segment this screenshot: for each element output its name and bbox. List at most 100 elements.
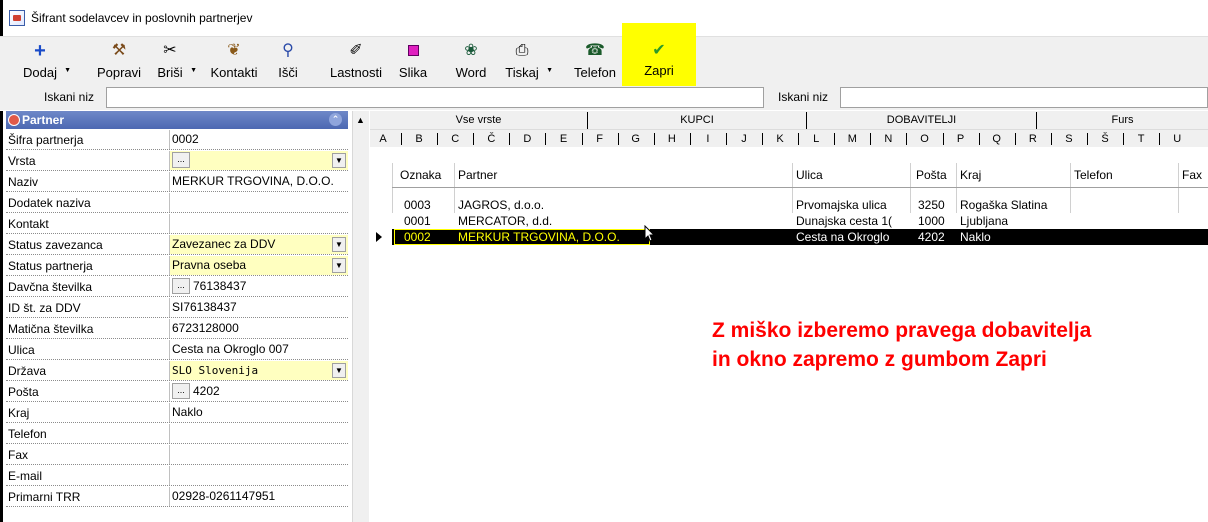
alphabet-letter[interactable]: E	[553, 132, 575, 147]
property-value-text: Naklo	[172, 405, 203, 419]
print-button[interactable]: ⎙ Tiskaj ▼	[500, 37, 553, 85]
properties-icon: ✐	[349, 42, 363, 59]
property-row: E-mail	[6, 466, 348, 486]
alphabet-letter[interactable]: N	[877, 132, 899, 147]
alphabet-separator	[1159, 133, 1161, 145]
chevron-down-icon[interactable]: ▼	[332, 258, 346, 273]
property-value[interactable]: 02928-0261147951	[169, 487, 348, 506]
property-value[interactable]: ... ▼	[169, 151, 348, 170]
search-input-right[interactable]	[840, 87, 1208, 108]
table-row[interactable]: 0001 MERCATOR, d.d. Dunajska cesta 1(1000 L…	[370, 213, 1208, 229]
alphabet-letter[interactable]: H	[661, 132, 683, 147]
alphabet-letter[interactable]: J	[733, 132, 755, 147]
table-row[interactable]: 0002 MERKUR TRGOVINA, D.O.O. Cesta na Okro…	[370, 229, 1208, 245]
alphabet-letter[interactable]: Q	[986, 132, 1008, 147]
cell-posta: 4202	[918, 230, 945, 244]
delete-button[interactable]: ✂ Briši ▼	[152, 37, 197, 85]
alphabet-letter[interactable]: R	[1022, 132, 1044, 147]
ellipsis-button[interactable]: ...	[172, 152, 190, 168]
property-value[interactable]: ... 76138437	[169, 277, 348, 296]
alphabet-separator	[978, 133, 980, 145]
alphabet-letter[interactable]: D	[516, 132, 538, 147]
property-label: Naziv	[8, 175, 39, 189]
alphabet-letter[interactable]: Č	[480, 132, 502, 147]
property-value[interactable]	[169, 466, 348, 485]
alphabet-letter[interactable]: A	[372, 132, 394, 147]
alphabet-letter[interactable]: C	[444, 132, 466, 147]
alphabet-separator	[545, 133, 547, 145]
chevron-down-icon[interactable]: ▼	[332, 153, 346, 168]
collapse-icon[interactable]: ⌃	[329, 113, 342, 126]
alphabet-letter[interactable]: K	[769, 132, 791, 147]
property-value[interactable]: 6723128000	[169, 319, 348, 338]
ellipsis-button[interactable]: ...	[172, 278, 190, 294]
alphabet-letter[interactable]: T	[1130, 132, 1152, 147]
property-row: Matična številka 6723128000	[6, 319, 348, 339]
tab-furs[interactable]: Furs	[1037, 112, 1208, 129]
property-value[interactable]	[169, 445, 348, 464]
cell-telefon	[1074, 229, 1174, 245]
alphabet-letter[interactable]: F	[589, 132, 611, 147]
property-value-text: SI76138437	[172, 300, 237, 314]
property-value[interactable]: ... 4202	[169, 382, 348, 401]
property-scrollbar[interactable]: ▲	[352, 111, 369, 522]
alphabet-letter[interactable]: G	[625, 132, 647, 147]
chevron-down-icon[interactable]: ▼	[332, 237, 346, 252]
alphabet-letter[interactable]: I	[697, 132, 719, 147]
col-header-fax[interactable]: Fax	[1182, 163, 1202, 187]
property-value[interactable]: SI76138437	[169, 298, 348, 317]
partner-icon	[8, 114, 20, 126]
col-header-ulica[interactable]: Ulica	[796, 163, 823, 187]
property-value[interactable]	[169, 193, 348, 212]
search-label-right: Iskani niz	[778, 90, 829, 104]
alphabet-letter[interactable]: P	[950, 132, 972, 147]
property-value[interactable]: SLO Slovenija ▼	[169, 361, 348, 380]
property-value[interactable]: 0002	[169, 130, 348, 149]
col-header-posta[interactable]: Pošta	[916, 163, 947, 187]
search-input-left[interactable]	[106, 87, 764, 108]
contacts-button[interactable]: ❦ Kontakti	[204, 37, 264, 85]
close-button[interactable]: ✔ Zapri	[622, 23, 696, 89]
property-row: Šifra partnerja 0002	[6, 130, 348, 150]
word-button[interactable]: ❀ Word	[450, 37, 492, 85]
alphabet-separator	[509, 133, 511, 145]
alphabet-separator	[1014, 133, 1016, 145]
alphabet-separator	[906, 133, 908, 145]
image-button[interactable]: Slika	[396, 37, 430, 85]
alphabet-letter[interactable]: L	[805, 132, 827, 147]
tab-kupci[interactable]: KUPCI	[588, 112, 807, 129]
col-header-telefon[interactable]: Telefon	[1074, 163, 1113, 187]
col-header-kraj[interactable]: Kraj	[960, 163, 981, 187]
property-value[interactable]: Cesta na Okroglo 007	[169, 340, 348, 359]
properties-button[interactable]: ✐ Lastnosti	[324, 37, 388, 85]
phone-icon: ☎	[585, 42, 605, 59]
alphabet-letter[interactable]: U	[1166, 132, 1188, 147]
alphabet-letter[interactable]: S	[1058, 132, 1080, 147]
property-value[interactable]	[169, 424, 348, 443]
scroll-up-icon[interactable]: ▲	[356, 115, 365, 125]
alphabet-letter[interactable]: M	[841, 132, 863, 147]
col-header-oznaka[interactable]: Oznaka	[400, 163, 441, 187]
tab-dobavitelji[interactable]: DOBAVITELJI	[807, 112, 1037, 129]
property-value[interactable]	[169, 214, 348, 233]
property-value[interactable]: MERKUR TRGOVINA, D.O.O.	[169, 172, 348, 191]
add-button[interactable]: + Dodaj ▼	[18, 37, 71, 85]
property-row: Davčna številka... 76138437	[6, 277, 348, 297]
alphabet-letter[interactable]: O	[914, 132, 936, 147]
alphabet-letter[interactable]: Š	[1094, 132, 1116, 147]
property-label: Matična številka	[8, 322, 94, 336]
property-value[interactable]: Pravna oseba ▼	[169, 256, 348, 275]
col-header-partner[interactable]: Partner	[458, 163, 497, 187]
ellipsis-button[interactable]: ...	[172, 383, 190, 399]
edit-button[interactable]: ⚒ Popravi	[86, 37, 152, 85]
phone-button[interactable]: ☎ Telefon	[568, 37, 622, 85]
chevron-down-icon[interactable]: ▼	[332, 363, 346, 378]
alphabet-separator	[762, 133, 763, 145]
property-value-text: MERKUR TRGOVINA, D.O.O.	[172, 174, 334, 188]
table-row[interactable]: 0003 JAGROS, d.o.o. Prvomajska ulica 3250 Ro…	[370, 197, 1208, 213]
property-value[interactable]: Naklo	[169, 403, 348, 422]
alphabet-letter[interactable]: B	[408, 132, 430, 147]
tab-vse-vrste[interactable]: Vse vrste	[370, 112, 588, 129]
property-value[interactable]: Zavezanec za DDV ▼	[169, 235, 348, 254]
search-button[interactable]: ⚲ Išči	[270, 37, 306, 85]
